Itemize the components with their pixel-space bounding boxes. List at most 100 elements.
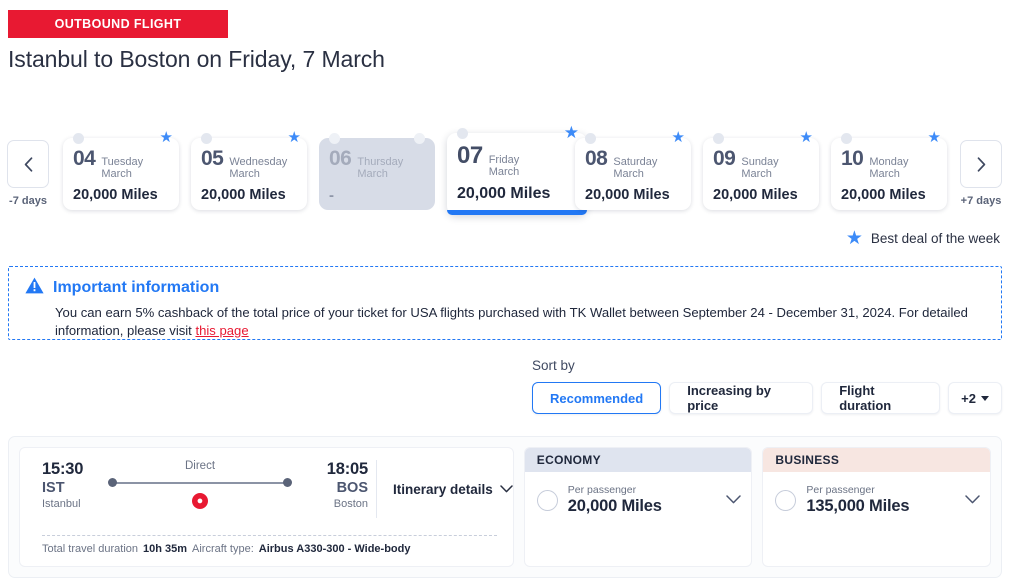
cabin-price-economy: 20,000 Miles (567, 497, 662, 515)
info-header: Important information (25, 277, 987, 299)
date-month: March (101, 167, 132, 180)
flight-route: 15:30 IST Istanbul Direct ● 18:05 BOS Bo… (20, 460, 513, 518)
date-month: March (741, 167, 772, 180)
flight-segment-summary: 15:30 IST Istanbul Direct ● 18:05 BOS Bo… (19, 447, 514, 567)
date-selector-strip: -7 days ★ 04 Tuesday March 20,000 Miles … (0, 120, 1010, 225)
date-weekday: Thursday (357, 156, 404, 168)
page-title: Istanbul to Boston on Friday, 7 March (8, 46, 385, 72)
chevron-down-icon[interactable] (965, 491, 980, 509)
info-text-body: You can earn 5% cashback of the total pr… (55, 305, 968, 338)
date-day: 06 (329, 147, 352, 170)
card-notch (73, 133, 84, 144)
date-weekday: Friday (488, 154, 520, 166)
card-notch (585, 133, 596, 144)
per-passenger-label: Per passenger (567, 484, 637, 496)
star-icon: ★ (845, 228, 863, 249)
turkish-airlines-logo: ● (192, 493, 208, 509)
date-weekday: Saturday (613, 156, 658, 168)
sort-option-flight-duration[interactable]: Flight duration (821, 382, 941, 414)
sort-options-row: Recommended Increasing by price Flight d… (532, 382, 1002, 414)
date-card-07[interactable]: ★ 07 Friday March 20,000 Miles (447, 124, 587, 215)
cabin-card-economy[interactable]: ECONOMY Per passenger 20,000 Miles (523, 447, 753, 567)
departure-code: IST (42, 480, 65, 496)
flight-footer-details: Total travel duration 10h 35m Aircraft t… (42, 535, 497, 555)
aircraft-label: Aircraft type: (192, 543, 254, 555)
chevron-down-icon[interactable] (726, 491, 742, 509)
date-month: March (613, 167, 644, 180)
selected-indicator (447, 210, 587, 215)
prev-week-label: -7 days (9, 195, 47, 207)
stops-label: Direct (184, 460, 216, 472)
star-icon: ★ (799, 129, 813, 146)
date-price: 20,000 Miles (201, 187, 286, 204)
card-notch (841, 133, 852, 144)
outbound-flight-badge: OUTBOUND FLIGHT (8, 10, 228, 38)
route-line: Direct ● (108, 460, 292, 509)
cabin-card-business[interactable]: BUSINESS Per passenger 135,000 Miles (762, 447, 992, 567)
sort-more-options-button[interactable]: +2 (948, 382, 1002, 414)
date-day: 08 (585, 147, 608, 170)
aircraft-value: Airbus A330-300 - Wide-body (258, 543, 411, 555)
arrival-code: BOS (336, 480, 368, 496)
departure-city: Istanbul (42, 498, 81, 510)
date-month: March (357, 167, 388, 180)
next-week-button[interactable]: +7 days (960, 140, 1002, 207)
date-card-04[interactable]: ★ 04 Tuesday March 20,000 Miles (63, 130, 179, 210)
itinerary-details-label: Itinerary details (393, 481, 493, 497)
best-deal-legend-label: Best deal of the week (870, 231, 1000, 246)
date-day: 10 (841, 147, 864, 170)
card-notch (329, 133, 340, 144)
cabin-name-economy: ECONOMY (524, 448, 752, 472)
per-passenger-label: Per passenger (806, 484, 875, 496)
date-card-05[interactable]: ★ 05 Wednesday March 20,000 Miles (191, 130, 307, 210)
info-link[interactable]: this page (195, 323, 248, 338)
chevron-down-icon (981, 395, 989, 401)
date-card-08[interactable]: ★ 08 Saturday March 20,000 Miles (575, 130, 691, 210)
chevron-right-icon[interactable] (960, 140, 1002, 188)
date-day: 07 (457, 142, 483, 169)
chevron-left-icon[interactable] (7, 140, 49, 188)
route-dot-destination (283, 478, 292, 487)
duration-value: 10h 35m (143, 543, 188, 555)
date-weekday: Monday (869, 156, 909, 168)
cabin-radio-business[interactable] (775, 489, 797, 511)
sort-by-label: Sort by (532, 358, 575, 373)
chevron-down-icon (500, 485, 513, 493)
date-weekday: Wednesday (229, 156, 288, 168)
date-card-06: 06 Thursday March - (319, 133, 435, 210)
date-price: 20,000 Miles (457, 185, 551, 203)
flight-result-card: 15:30 IST Istanbul Direct ● 18:05 BOS Bo… (8, 436, 1002, 578)
info-text: You can earn 5% cashback of the total pr… (55, 304, 987, 339)
sort-section: Sort by Recommended Increasing by price … (532, 358, 1002, 414)
date-price: 20,000 Miles (713, 187, 798, 204)
date-price: 20,000 Miles (73, 187, 158, 204)
next-week-label: +7 days (960, 195, 1002, 207)
prev-week-button[interactable]: -7 days (7, 140, 49, 207)
route-dot-origin (108, 478, 117, 487)
departure-endpoint: 15:30 IST Istanbul (42, 460, 102, 510)
card-notch (457, 128, 468, 139)
star-icon: ★ (287, 129, 301, 146)
star-icon: ★ (159, 129, 173, 146)
date-month: March (869, 167, 900, 180)
date-month: March (229, 167, 260, 180)
warning-triangle-icon (25, 277, 44, 299)
card-notch (713, 133, 724, 144)
date-price: 20,000 Miles (585, 187, 670, 204)
date-card-09[interactable]: ★ 09 Sunday March 20,000 Miles (703, 130, 819, 210)
arrival-city: Boston (333, 498, 368, 510)
info-title: Important information (53, 279, 220, 296)
date-day: 04 (73, 147, 96, 170)
date-card-10[interactable]: ★ 10 Monday March 20,000 Miles (831, 130, 947, 210)
cabin-radio-economy[interactable] (536, 489, 558, 511)
star-icon: ★ (671, 129, 685, 146)
sort-option-increasing-by-price[interactable]: Increasing by price (669, 382, 814, 414)
date-price: - (329, 187, 334, 205)
arrival-endpoint: 18:05 BOS Boston (298, 460, 368, 510)
best-deal-legend: ★ Best deal of the week (846, 229, 1000, 248)
sort-option-recommended[interactable]: Recommended (532, 382, 662, 414)
star-icon: ★ (927, 129, 941, 146)
itinerary-details-button[interactable]: Itinerary details (376, 460, 513, 518)
date-month: March (488, 165, 520, 178)
date-weekday: Tuesday (101, 156, 144, 168)
